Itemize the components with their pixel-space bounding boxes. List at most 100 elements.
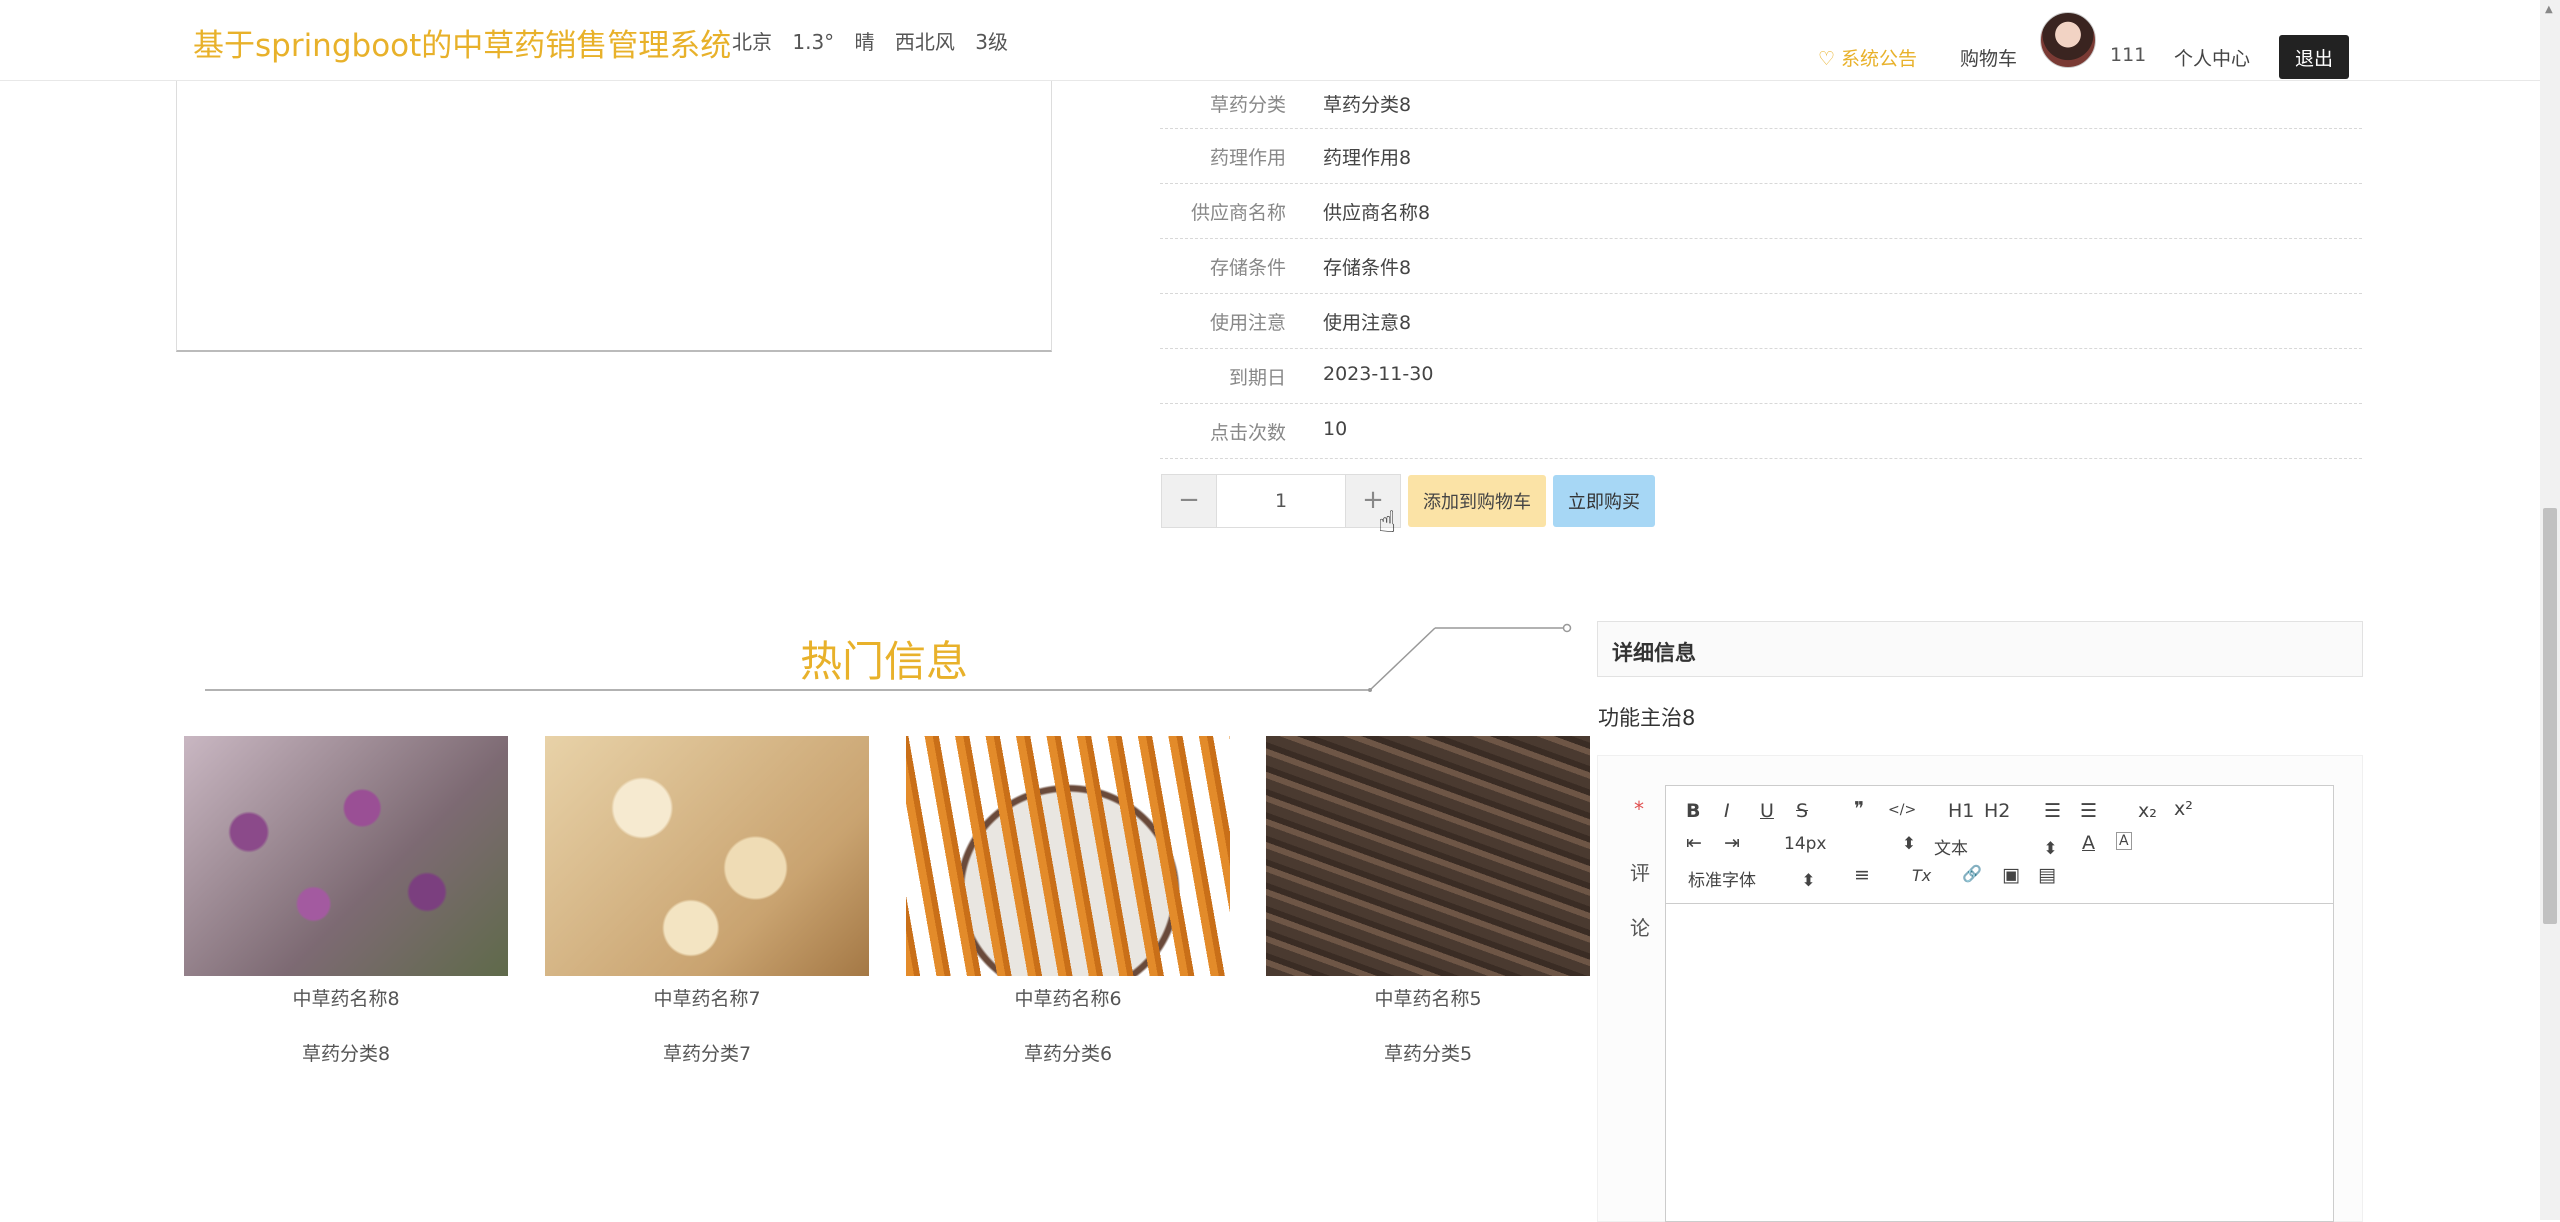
detail-label: 供应商名称 — [1190, 202, 1286, 224]
video-icon[interactable]: ▤ — [2038, 864, 2056, 886]
ordered-list-icon[interactable]: ☰ — [2044, 800, 2061, 822]
scroll-thumb[interactable] — [2543, 508, 2557, 924]
weather-condition: 晴 — [854, 30, 875, 54]
detail-value: 2023-11-30 — [1323, 363, 1434, 385]
font-size-select[interactable]: 14px ⬍ — [1784, 834, 1916, 854]
font-family-value: 标准字体 — [1688, 871, 1756, 891]
hot-item-name: 中草药名称7 — [653, 988, 761, 1010]
image-icon[interactable]: ▣ — [2002, 864, 2020, 886]
indent-icon[interactable]: ⇥ — [1724, 832, 1740, 854]
strike-icon[interactable]: S — [1796, 800, 1808, 822]
detail-row: 草药分类 草药分类8 — [1160, 80, 2362, 129]
detail-label: 草药分类 — [1209, 94, 1286, 116]
detail-row: 使用注意 使用注意8 — [1160, 294, 2362, 349]
logout-button[interactable]: 退出 — [2279, 35, 2349, 79]
select-arrow-icon: ⬍ — [1801, 871, 1816, 891]
heart-icon: ♡ — [1818, 48, 1836, 70]
hot-item-image[interactable] — [906, 736, 1230, 976]
hot-item-card[interactable]: 中草药名称6 草药分类6 — [906, 736, 1230, 1066]
outdent-icon[interactable]: ⇤ — [1686, 832, 1702, 854]
detail-row: 到期日 2023-11-30 — [1160, 349, 2362, 404]
function-text: 功能主治8 — [1598, 706, 1696, 730]
product-image-frame — [176, 80, 1052, 352]
detail-value: 存储条件8 — [1323, 257, 1412, 279]
editor-content-area[interactable] — [1666, 904, 2333, 1221]
detail-value: 供应商名称8 — [1323, 202, 1431, 224]
detail-value: 10 — [1323, 418, 1348, 440]
buy-now-button[interactable]: 立即购买 — [1553, 475, 1655, 527]
hot-item-category: 草药分类6 — [1023, 1043, 1113, 1065]
hot-item-category: 草药分类5 — [1383, 1043, 1473, 1065]
weather-city: 北京 — [732, 30, 772, 54]
code-block-icon[interactable]: </> — [1888, 802, 1916, 818]
quantity-input[interactable]: 1 — [1216, 475, 1346, 527]
editor-toolbar: B I U S ❞ </> H1 H2 ☰ ☰ x₂ x² ⇤ ⇥ 14px ⬍… — [1666, 786, 2333, 904]
username: 111 — [2110, 44, 2147, 66]
hot-item-name: 中草药名称8 — [292, 988, 400, 1010]
hot-item-image[interactable] — [184, 736, 508, 976]
hot-item-category: 草药分类8 — [301, 1043, 391, 1065]
detail-label: 点击次数 — [1209, 422, 1286, 444]
font-family-select[interactable]: 标准字体 ⬍ — [1688, 866, 1816, 891]
hot-item-list: 中草药名称8 草药分类8 中草药名称7 草药分类7 中草药名称6 草药分类6 中… — [184, 736, 1594, 1066]
comment-label: 评论 — [1630, 861, 1650, 940]
align-icon[interactable]: ≡ — [1854, 864, 1870, 886]
detail-label: 药理作用 — [1209, 147, 1286, 169]
subscript-icon[interactable]: x₂ — [2138, 800, 2157, 822]
hot-item-card[interactable]: 中草药名称7 草药分类7 — [545, 736, 869, 1066]
header-select[interactable]: 文本 ⬍ — [1934, 834, 2058, 859]
detail-label: 到期日 — [1228, 367, 1286, 389]
detail-value: 使用注意8 — [1323, 312, 1412, 334]
weather-widget: 北京 1.3° 晴 西北风 3级 — [732, 26, 1022, 55]
hand-cursor-icon: ☝ — [1378, 505, 1397, 540]
header1-icon[interactable]: H1 — [1948, 800, 1974, 822]
detail-label: 存储条件 — [1209, 257, 1286, 279]
weather-wind-level: 3级 — [975, 30, 1008, 54]
blockquote-icon[interactable]: ❞ — [1854, 798, 1864, 820]
page-scrollbar[interactable]: ▲ — [2540, 0, 2560, 1220]
hot-section-title: 热门信息 — [800, 637, 969, 686]
superscript-icon[interactable]: x² — [2174, 798, 2193, 820]
profile-link[interactable]: 个人中心 — [2174, 44, 2250, 71]
hot-item-name: 中草药名称5 — [1374, 988, 1482, 1010]
add-to-cart-button[interactable]: 添加到购物车 — [1408, 475, 1546, 527]
notice-link[interactable]: ♡ 系统公告 — [1818, 44, 1917, 71]
detail-row: 存储条件 存储条件8 — [1160, 239, 2362, 294]
font-size-value: 14px — [1784, 834, 1827, 854]
cart-link[interactable]: 购物车 — [1960, 44, 2017, 71]
top-header: 基于springboot的中草药销售管理系统 北京 1.3° 晴 西北风 3级 … — [0, 0, 2540, 81]
bullet-list-icon[interactable]: ☰ — [2080, 800, 2097, 822]
weather-temp: 1.3° — [792, 30, 835, 54]
select-arrow-icon: ⬍ — [2043, 839, 2058, 859]
background-color-icon[interactable]: A — [2116, 832, 2132, 850]
hot-item-image[interactable] — [545, 736, 869, 976]
required-mark: * — [1634, 797, 1644, 821]
detail-value: 药理作用8 — [1323, 147, 1412, 169]
text-color-icon[interactable]: A — [2082, 832, 2095, 854]
hot-item-card[interactable]: 中草药名称8 草药分类8 — [184, 736, 508, 1066]
avatar[interactable] — [2040, 12, 2096, 68]
header-select-value: 文本 — [1934, 839, 1968, 859]
quantity-decrease-button[interactable]: − — [1162, 475, 1216, 527]
quantity-stepper: − 1 + — [1161, 474, 1401, 528]
site-title[interactable]: 基于springboot的中草药销售管理系统 — [193, 20, 731, 65]
detail-row: 药理作用 药理作用8 — [1160, 129, 2362, 184]
select-arrow-icon: ⬍ — [1901, 834, 1917, 854]
rich-text-editor: B I U S ❞ </> H1 H2 ☰ ☰ x₂ x² ⇤ ⇥ 14px ⬍… — [1665, 785, 2334, 1222]
italic-icon[interactable]: I — [1724, 800, 1730, 822]
detail-row: 供应商名称 供应商名称8 — [1160, 184, 2362, 239]
link-icon[interactable]: 🔗 — [1962, 864, 1982, 883]
scroll-up-icon[interactable]: ▲ — [2545, 4, 2553, 15]
detail-value: 草药分类8 — [1323, 94, 1412, 116]
underline-icon[interactable]: U — [1760, 800, 1774, 822]
hot-item-name: 中草药名称6 — [1014, 988, 1122, 1010]
detail-info-title: 详细信息 — [1612, 641, 1696, 665]
header2-icon[interactable]: H2 — [1984, 800, 2010, 822]
clean-format-icon[interactable]: Tx — [1912, 866, 1931, 885]
detail-table: 草药分类 草药分类8 药理作用 药理作用8 供应商名称 供应商名称8 存储条件 … — [1160, 80, 2362, 459]
detail-row: 点击次数 10 — [1160, 404, 2362, 459]
hot-item-image[interactable] — [1266, 736, 1590, 976]
detail-label: 使用注意 — [1209, 312, 1286, 334]
bold-icon[interactable]: B — [1686, 800, 1700, 822]
hot-item-card[interactable]: 中草药名称5 草药分类5 — [1266, 736, 1590, 1066]
